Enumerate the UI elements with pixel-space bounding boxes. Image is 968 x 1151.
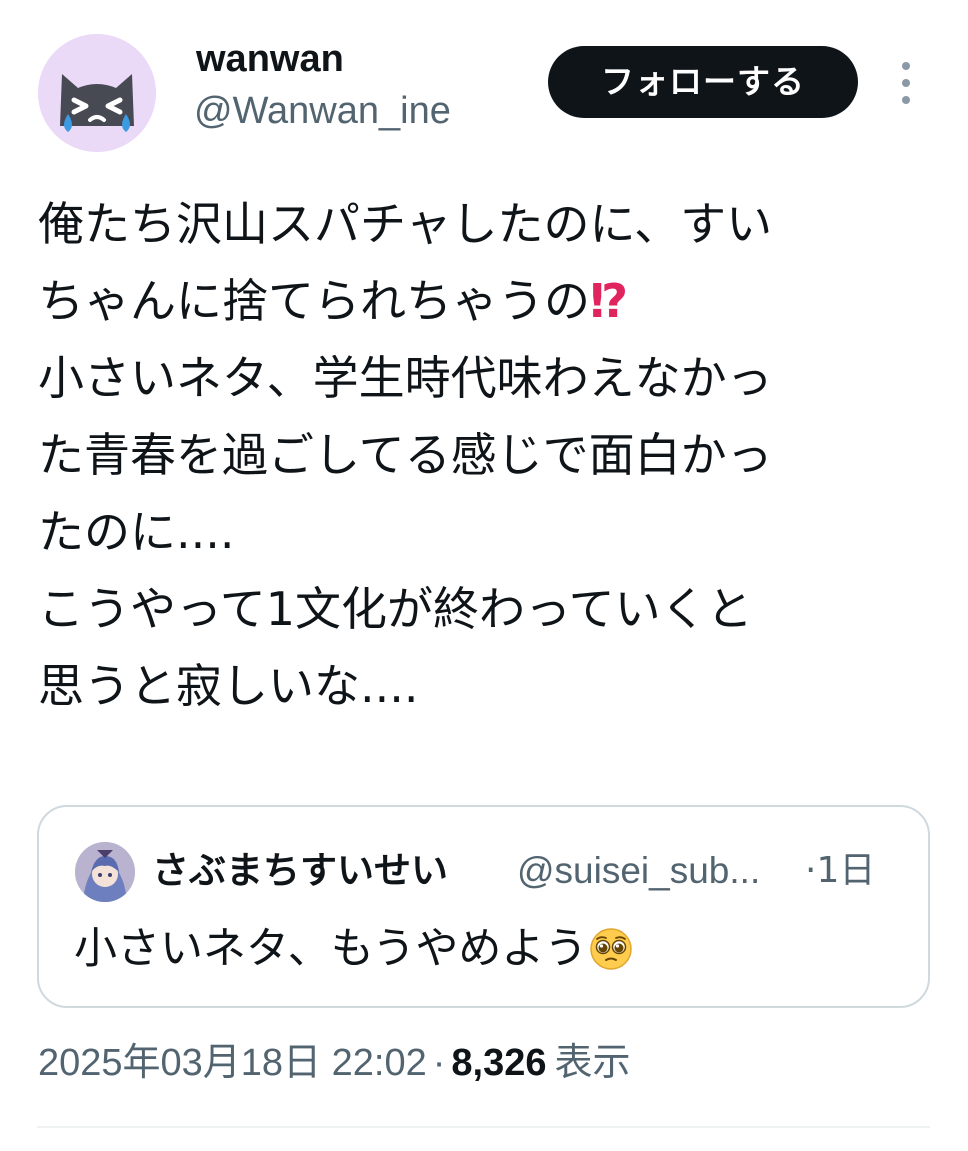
tweet-line: こうやって1文化が終わっていくと [38,582,753,636]
quoted-tweet-time[interactable]: ·1日 [805,847,875,895]
author-display-name[interactable]: wanwan [196,36,344,82]
tweet-meta: 2025年03月18日 22:02 · 8,326 表示 [38,1036,631,1089]
quoted-author-avatar[interactable] [75,842,135,902]
quoted-tweet-text-body: 小さいネタ、もうやめよう [74,924,588,974]
tweet-line: 思うと寂しいな.... [38,659,419,713]
anime-character-avatar-icon [75,842,135,902]
tweet-line: ちゃんに捨てられちゃうの⁉ [38,263,938,340]
author-handle[interactable]: @Wanwan_ine [194,88,451,134]
tweet-line: た青春を過ごしてる感じで面白かっ [38,428,773,482]
tweet-line: 俺たち沢山スパチャしたのに、すい [38,197,773,251]
tweet-line: 小さいネタ、学生時代味わえなかっ [38,351,773,405]
view-label: 表示 [554,1040,631,1084]
follow-button[interactable]: フォローする [548,46,858,118]
crying-cat-icon [38,34,156,152]
tweet-text: 俺たち沢山スパチャしたのに、すい ちゃんに捨てられちゃうの⁉ 小さいネタ、学生時… [38,186,938,725]
pleading-face-icon [590,928,633,970]
quoted-author-handle[interactable]: @suisei_sub... [517,847,760,895]
tweet-line-text: ちゃんに捨てられちゃうの [38,274,590,328]
tweet-line: たのに.... [38,505,235,559]
tweet-header: wanwan @Wanwan_ine フォローする [0,0,968,160]
view-count: 8,326 [451,1042,547,1084]
meta-separator: · [432,1042,446,1084]
quoted-author-display-name[interactable]: さぶまちすいせい [152,847,448,895]
tweet-timestamp[interactable]: 2025年03月18日 22:02 [38,1042,427,1084]
more-vertical-icon[interactable] [894,58,918,108]
quoted-tweet-card[interactable]: さぶまちすいせい @suisei_sub... ·1日 小さいネタ、もうやめよう [37,805,930,1008]
divider [37,1126,930,1128]
quoted-tweet-text: 小さいネタ、もうやめよう [74,921,633,977]
interrobang-emoji-icon: ⁉ [590,274,628,328]
author-avatar[interactable] [38,34,156,152]
